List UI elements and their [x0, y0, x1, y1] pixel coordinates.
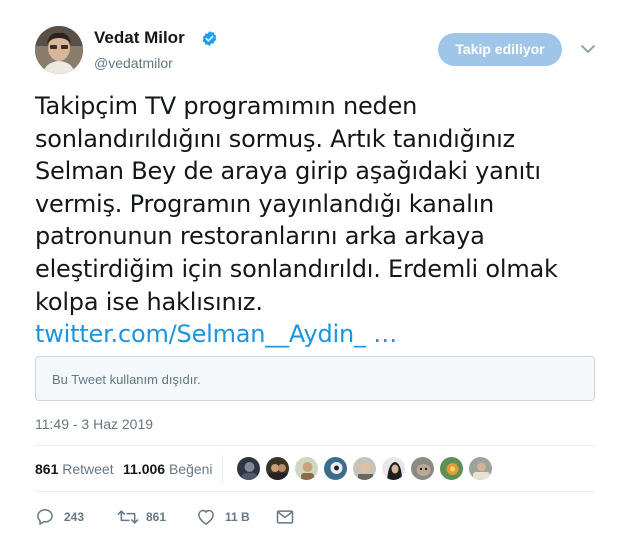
envelope-icon	[276, 510, 294, 524]
avatar[interactable]	[410, 456, 435, 481]
avatar[interactable]	[35, 26, 83, 74]
tweet-link[interactable]: twitter.com/Selman__Aydin_ …	[35, 318, 601, 351]
avatar[interactable]	[265, 456, 290, 481]
reply-count: 243	[64, 510, 85, 524]
divider	[35, 491, 595, 492]
tweet-timestamp[interactable]: 11:49 - 3 Haz 2019	[35, 416, 153, 432]
avatar[interactable]	[439, 456, 464, 481]
avatar[interactable]	[381, 456, 406, 481]
tweet-actions: 243 861 11 B	[35, 503, 335, 533]
like-stat-label: Beğeni	[168, 461, 213, 477]
retweet-icon	[117, 510, 139, 524]
avatar[interactable]	[294, 456, 319, 481]
retweet-stat-label: Retweet	[62, 461, 114, 477]
withheld-notice: Bu Tweet kullanım dışıdır.	[52, 372, 201, 387]
withheld-tweet-card: Bu Tweet kullanım dışıdır.	[35, 356, 595, 401]
like-count: 11 B	[225, 510, 250, 524]
retweet-count: 861	[146, 510, 167, 524]
tweet-text-line: Selman Bey de araya girip aşağıdaki yanı…	[35, 157, 541, 186]
reply-button[interactable]: 243	[35, 507, 95, 527]
tweet-stats: 861 Retweet 11.006 Beğeni	[35, 451, 595, 487]
divider	[222, 455, 223, 483]
tweet-text-line: eleştirdiğim için sonlandırıldı. Erdemli…	[35, 254, 558, 283]
user-name[interactable]: Vedat Milor	[94, 28, 185, 48]
retweet-stat[interactable]: 861 Retweet	[35, 461, 114, 477]
avatar[interactable]	[323, 456, 348, 481]
tweet-header: Vedat Milor @vedatmilor Takip ediliyor	[35, 26, 601, 76]
chevron-down-icon[interactable]	[580, 43, 596, 55]
divider	[35, 445, 595, 446]
retweet-button[interactable]: 861	[117, 507, 177, 527]
direct-message-button[interactable]	[275, 507, 297, 527]
tweet-text-line: Takipçim TV programımın neden	[35, 92, 418, 120]
tweet-text-line: patronunun restoranlarını arka arkaya	[35, 222, 485, 251]
verified-badge-icon	[202, 31, 217, 46]
like-stat-count: 11.006	[123, 461, 166, 477]
avatar[interactable]	[468, 456, 493, 481]
reply-icon	[37, 509, 53, 525]
user-handle[interactable]: @vedatmilor	[94, 55, 173, 71]
tweet-text-line: kolpa ise haklısınız.	[35, 287, 263, 316]
heart-icon	[198, 509, 214, 525]
like-button[interactable]: 11 B	[196, 507, 256, 527]
avatar[interactable]	[352, 456, 377, 481]
retweet-stat-count: 861	[35, 461, 59, 477]
following-button[interactable]: Takip ediliyor	[438, 33, 562, 66]
avatar[interactable]	[236, 456, 261, 481]
tweet-text: Takipçim TV programımın neden sonlandırı…	[35, 90, 601, 351]
tweet-text-line: sonlandırıldığını sormuş. Artık tanıdığı…	[35, 124, 515, 153]
like-stat[interactable]: 11.006 Beğeni	[123, 461, 213, 477]
tweet-text-line: vermiş. Programın yayınlandığı kanalın	[35, 189, 495, 218]
